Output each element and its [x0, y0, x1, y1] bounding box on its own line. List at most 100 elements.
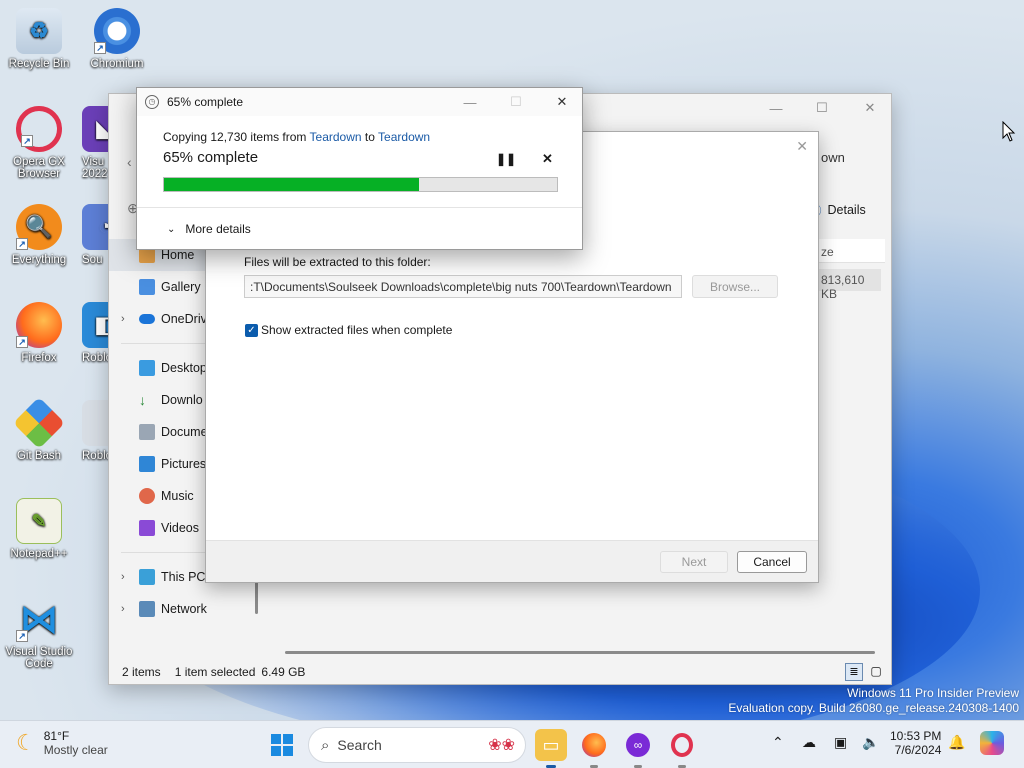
weather-widget[interactable]: ☾ 81°F Mostly clear	[16, 729, 108, 757]
git-bash-icon	[12, 396, 66, 450]
minimize-icon: —	[769, 100, 783, 116]
wizard-close-icon[interactable]: ✕	[796, 138, 808, 155]
back-arrow-icon[interactable]: ‹	[127, 154, 132, 170]
show-files-checkbox[interactable]: ✓	[245, 324, 258, 337]
desktop-icon-firefox[interactable]: ↗ Firefox	[3, 302, 75, 364]
nav-label: Music	[161, 489, 194, 503]
desktop-icon-label: Everything	[11, 254, 67, 266]
clock-date: 7/6/2024	[894, 743, 942, 757]
taskbar-search[interactable]: ⌕ Search ❀❀	[308, 727, 526, 763]
copilot-icon[interactable]	[980, 731, 1004, 755]
to-word: to	[364, 130, 375, 144]
music-icon	[139, 488, 155, 504]
desktop-icon-notepadpp[interactable]: ✎ Notepad++	[3, 498, 75, 560]
nav-label: Pictures	[161, 457, 207, 471]
pause-button[interactable]: ❚❚	[496, 152, 516, 166]
documents-icon	[139, 424, 155, 440]
copy-progress-bar	[163, 177, 558, 192]
gallery-icon	[139, 279, 155, 295]
chromium-icon: ↗	[94, 8, 140, 54]
opera-gx-icon: ↗	[16, 106, 62, 152]
desktop-icon-recycle-bin[interactable]: ♻ Recycle Bin	[3, 8, 75, 70]
desktop-icon-label: Opera GX Browser	[13, 156, 65, 180]
explorer-header-partial: own	[821, 150, 845, 165]
nav-label: OneDriv	[161, 312, 207, 326]
browse-button[interactable]: Browse...	[692, 275, 778, 298]
desktop-icon-soulseek[interactable]: ◔ Sou	[72, 204, 112, 266]
status-bar: 2 items 1 item selected 6.49 GB	[109, 660, 891, 684]
destination-label: Files will be extracted to this folder:	[244, 255, 431, 269]
source-link[interactable]: Teardown	[310, 130, 362, 144]
weather-moon-icon: ☾	[16, 730, 36, 755]
desktop-icon-everything[interactable]: 🔍 ↗ Everything	[3, 204, 75, 266]
nav-item-network[interactable]: › Network	[109, 593, 259, 625]
desktop-icon-label: Visual Studio Code	[5, 646, 73, 670]
cloud-sync-icon[interactable]: ☁	[802, 734, 816, 751]
more-details-toggle[interactable]: ⌄ More details	[167, 222, 251, 236]
notification-bell-icon[interactable]: 🔔	[948, 734, 965, 751]
windows-logo-icon	[271, 734, 293, 756]
desktop-icon-opera-gx[interactable]: ↗ Opera GX Browser	[3, 106, 75, 180]
checkmark-icon: ✓	[247, 325, 256, 336]
close-icon: ✕	[542, 151, 553, 166]
desktop-icon-git-bash[interactable]: Git Bash	[3, 396, 75, 462]
start-button[interactable]	[266, 729, 298, 761]
desktop-icon-vscode[interactable]: ⋈ ↗ Visual Studio Code	[3, 596, 75, 671]
network-status-icon[interactable]: ▣	[834, 734, 847, 751]
clock-icon: ◷	[145, 95, 159, 109]
horizontal-scrollbar[interactable]	[285, 651, 875, 654]
weather-temp: 81°F	[43, 729, 70, 743]
search-placeholder: Search	[337, 737, 382, 753]
next-button[interactable]: Next	[660, 551, 728, 573]
desktop-icon-roblox-studio[interactable]: Roblo	[72, 400, 112, 462]
copy-close-button[interactable]: ✕	[539, 88, 585, 116]
opera-icon	[671, 733, 693, 757]
cancel-button[interactable]: Cancel	[737, 551, 807, 573]
chevron-up-icon[interactable]: ⌃	[772, 734, 784, 751]
clock[interactable]: 10:53 PM 7/6/2024	[890, 729, 941, 757]
desktop-icon-label: Notepad++	[10, 548, 68, 560]
minimize-button[interactable]: —	[753, 94, 799, 122]
cancel-copy-button[interactable]: ✕	[542, 151, 553, 167]
selection-count: 1 item selected	[174, 665, 256, 679]
copy-prefix: Copying 12,730 items from	[163, 130, 307, 144]
nav-label: Downlo	[161, 393, 203, 407]
computer-icon	[139, 569, 155, 585]
watermark-line1: Windows 11 Pro Insider Preview	[847, 686, 1019, 700]
desktop-icon-roblox[interactable]: ◧ Roblo	[72, 302, 112, 364]
destination-link[interactable]: Teardown	[378, 130, 430, 144]
recycle-bin-icon: ♻	[16, 8, 62, 54]
taskbar-opera-gx[interactable]	[666, 729, 698, 761]
size-column-header[interactable]: ze	[819, 239, 885, 263]
chevron-right-icon[interactable]: ›	[121, 313, 125, 325]
network-icon	[139, 601, 155, 617]
details-view-icon[interactable]: ≣	[845, 663, 863, 681]
progress-fill	[164, 178, 420, 191]
show-files-label: Show extracted files when complete	[261, 323, 453, 337]
notepadpp-icon: ✎	[16, 498, 62, 544]
desktop-icon-label: Sou	[82, 254, 103, 266]
maximize-button[interactable]: ☐	[799, 94, 845, 122]
download-icon: ↓	[139, 392, 146, 408]
taskbar-firefox[interactable]	[578, 729, 610, 761]
copy-minimize-button[interactable]: —	[447, 88, 493, 116]
size-cell: 813,610 KB	[819, 269, 881, 301]
copy-summary: Copying 12,730 items from Teardown to Te…	[163, 130, 430, 144]
vscode-icon: ⋈ ↗	[16, 596, 62, 642]
desktop-icon-visual-studio[interactable]: ◣ Visu 2022	[72, 106, 112, 180]
taskbar-file-explorer[interactable]: ▭	[535, 729, 567, 761]
desktop-icon-chromium[interactable]: ↗ Chromium	[81, 8, 153, 70]
chevron-right-icon[interactable]: ›	[121, 571, 125, 583]
chevron-down-icon: ⌄	[167, 223, 176, 235]
taskbar-app-purple[interactable]: ∞	[622, 729, 654, 761]
nav-label: Videos	[161, 521, 199, 535]
close-button[interactable]: ✕	[847, 94, 893, 122]
volume-icon[interactable]: 🔈	[862, 734, 879, 751]
chevron-right-icon[interactable]: ›	[121, 603, 125, 615]
videos-icon	[139, 520, 155, 536]
nav-label: This PC	[161, 570, 206, 584]
taskbar: ☾ 81°F Mostly clear ⌕ Search ❀❀ ▭ ∞ ⌃ ☁ …	[0, 720, 1024, 768]
firefox-icon: ↗	[16, 302, 62, 348]
tiles-view-icon[interactable]: ▢	[867, 663, 885, 681]
destination-path-field[interactable]: :T\Documents\Soulseek Downloads\complete…	[244, 275, 682, 298]
